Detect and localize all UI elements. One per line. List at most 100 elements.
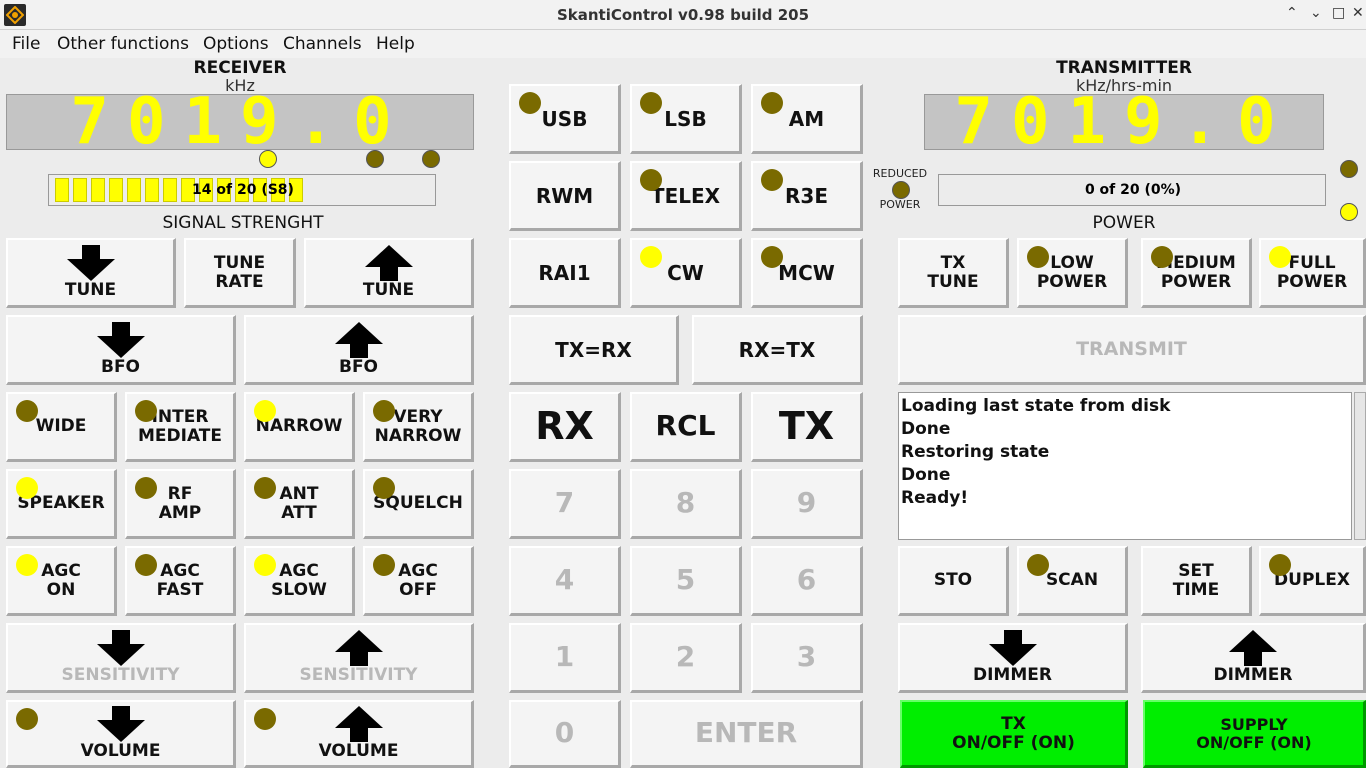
arrow-up-icon (349, 652, 368, 667)
wide-button[interactable]: WIDE (6, 392, 117, 462)
medium-power-label: POWER (1160, 271, 1232, 292)
volume-up-button[interactable]: VOLUME (244, 700, 474, 768)
rwm-button[interactable]: RWM (509, 161, 621, 231)
tune-up-button[interactable]: TUNE (304, 238, 474, 308)
very-narrow-label: VERY (393, 406, 443, 427)
full-power-label: FULL (1288, 252, 1336, 273)
tx-onoff-button[interactable]: TX ON/OFF (ON) (900, 700, 1128, 768)
title-bar: SkantiControl v0.98 build 205 ⌃ ⌄ □ ✕ (0, 0, 1366, 30)
low-power-label: POWER (1036, 271, 1108, 292)
bfo-up-button[interactable]: BFO (244, 315, 474, 385)
key-0-button[interactable]: 0 (509, 700, 621, 768)
low-power-button[interactable]: LOW POWER (1017, 238, 1128, 308)
very-narrow-label: NARROW (374, 425, 462, 446)
bfo-down-button[interactable]: BFO (6, 315, 236, 385)
signal-strength-bar: 14 of 20 (S8) (48, 174, 436, 206)
supply-onoff-button[interactable]: SUPPLY ON/OFF (ON) (1143, 700, 1366, 768)
key-9-button[interactable]: 9 (751, 469, 863, 539)
tune-rate-label: TUNE (213, 252, 266, 273)
menu-channels[interactable]: Channels (283, 34, 362, 54)
rcl-button[interactable]: RCL (630, 392, 742, 462)
tx-button[interactable]: TX (751, 392, 863, 462)
intermediate-button[interactable]: INTER MEDIATE (125, 392, 236, 462)
rx-equals-tx-button[interactable]: RX=TX (692, 315, 863, 385)
usb-led (519, 92, 541, 114)
dimmer-down-button[interactable]: DIMMER (898, 623, 1128, 693)
agc-slow-led (254, 554, 276, 576)
wide-label: WIDE (35, 416, 87, 437)
duplex-button[interactable]: DUPLEX (1259, 546, 1366, 616)
key-2-label: 2 (675, 640, 696, 674)
key-3-button[interactable]: 3 (751, 623, 863, 693)
scan-label: SCAN (1045, 570, 1099, 591)
menu-help[interactable]: Help (376, 34, 415, 54)
tune-down-button[interactable]: TUNE (6, 238, 176, 308)
sto-button[interactable]: STO (898, 546, 1009, 616)
volume-down-button[interactable]: VOLUME (6, 700, 236, 768)
set-time-button[interactable]: SET TIME (1141, 546, 1252, 616)
menu-options[interactable]: Options (203, 34, 269, 54)
medium-power-button[interactable]: MEDIUM POWER (1141, 238, 1252, 308)
rf-amp-button[interactable]: RF AMP (125, 469, 236, 539)
receiver-frequency-display: 7019.0 (6, 85, 474, 159)
tune-rate-label: RATE (215, 271, 264, 292)
sensitivity-up-button[interactable]: SENSITIVITY (244, 623, 474, 693)
key-1-button[interactable]: 1 (509, 623, 621, 693)
arrow-down-icon (66, 259, 115, 282)
tune-rate-button[interactable]: TUNE RATE (184, 238, 296, 308)
usb-button[interactable]: USB (509, 84, 621, 154)
key-8-button[interactable]: 8 (630, 469, 742, 539)
agc-fast-button[interactable]: AGC FAST (125, 546, 236, 616)
menu-other-functions[interactable]: Other functions (57, 34, 189, 54)
agc-on-button[interactable]: AGC ON (6, 546, 117, 616)
minimize-icon[interactable]: ⌃ (1286, 5, 1298, 21)
agc-slow-button[interactable]: AGC SLOW (244, 546, 355, 616)
power-label: POWER (1092, 213, 1156, 233)
log-scrollbar[interactable] (1354, 392, 1366, 540)
key-7-button[interactable]: 7 (509, 469, 621, 539)
ant-att-button[interactable]: ANT ATT (244, 469, 355, 539)
dimmer-up-button[interactable]: DIMMER (1141, 623, 1366, 693)
r3e-led (761, 169, 783, 191)
r3e-button[interactable]: R3E (751, 161, 863, 231)
r3e-label: R3E (785, 183, 828, 208)
maximize-icon[interactable]: □ (1332, 5, 1345, 21)
bfo-down-label: BFO (100, 357, 141, 378)
very-narrow-button[interactable]: VERY NARROW (363, 392, 474, 462)
agc-off-led (373, 554, 395, 576)
tx-equals-rx-button[interactable]: TX=RX (509, 315, 679, 385)
agc-off-label: AGC (398, 560, 438, 581)
sensitivity-down-button[interactable]: SENSITIVITY (6, 623, 236, 693)
reduced-power-led (892, 181, 910, 199)
mcw-button[interactable]: MCW (751, 238, 863, 308)
telex-button[interactable]: TELEX (630, 161, 742, 231)
full-power-button[interactable]: FULL POWER (1259, 238, 1366, 308)
key-2-button[interactable]: 2 (630, 623, 742, 693)
scan-button[interactable]: SCAN (1017, 546, 1128, 616)
rai1-button[interactable]: RAI1 (509, 238, 621, 308)
dimmer-up-label: DIMMER (1213, 665, 1293, 686)
rf-amp-label: AMP (158, 502, 202, 523)
transmit-button[interactable]: TRANSMIT (898, 315, 1366, 385)
close-icon[interactable]: ✕ (1352, 5, 1364, 21)
key-4-button[interactable]: 4 (509, 546, 621, 616)
power-bar: 0 of 20 (0%) (938, 174, 1326, 206)
signal-strength-text: 14 of 20 (S8) (192, 182, 294, 198)
agc-off-button[interactable]: AGC OFF (363, 546, 474, 616)
menu-file[interactable]: File (12, 34, 40, 54)
speaker-led (16, 477, 38, 499)
enter-button[interactable]: ENTER (630, 700, 863, 768)
am-button[interactable]: AM (751, 84, 863, 154)
restore-icon[interactable]: ⌄ (1310, 5, 1322, 21)
narrow-button[interactable]: NARROW (244, 392, 355, 462)
log-line: Ready! (901, 488, 969, 508)
speaker-button[interactable]: SPEAKER (6, 469, 117, 539)
key-6-button[interactable]: 6 (751, 546, 863, 616)
lsb-button[interactable]: LSB (630, 84, 742, 154)
key-5-button[interactable]: 5 (630, 546, 742, 616)
cw-button[interactable]: CW (630, 238, 742, 308)
log-line: Done (901, 465, 951, 485)
squelch-button[interactable]: SQUELCH (363, 469, 474, 539)
rx-button[interactable]: RX (509, 392, 621, 462)
tx-tune-button[interactable]: TX TUNE (898, 238, 1009, 308)
